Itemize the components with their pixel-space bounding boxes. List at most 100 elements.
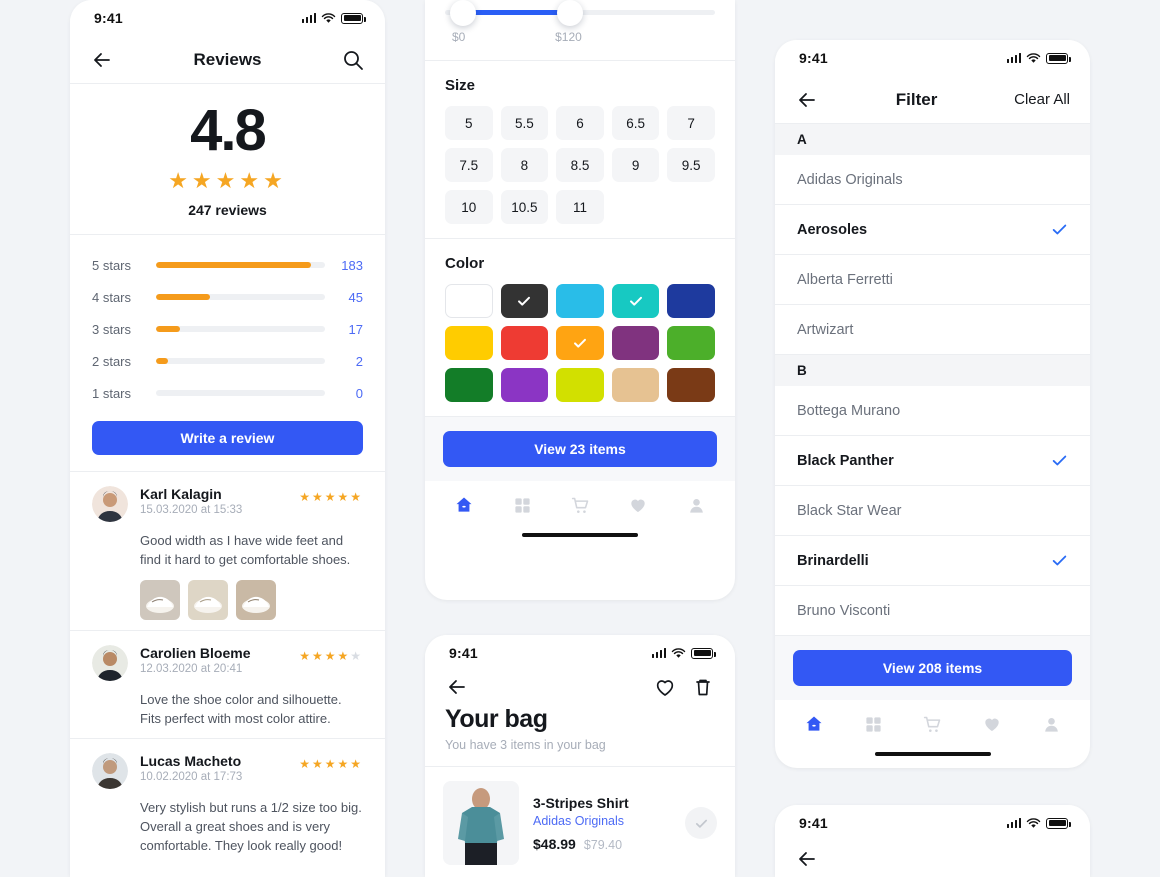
color-option[interactable]	[667, 368, 715, 402]
color-option[interactable]	[445, 326, 493, 360]
size-option[interactable]: 8.5	[556, 148, 604, 182]
rating-bar-label: 5 stars	[92, 257, 132, 273]
brand-row[interactable]: Aerosoles	[775, 205, 1090, 255]
price-slider[interactable]	[445, 0, 715, 28]
back-arrow-icon[interactable]	[795, 847, 819, 871]
size-option[interactable]: 7	[667, 106, 715, 140]
signal-icon	[651, 648, 666, 658]
brand-row[interactable]: Artwizart	[775, 305, 1090, 355]
check-icon	[518, 296, 531, 306]
size-option[interactable]: 9.5	[667, 148, 715, 182]
rating-count: 247 reviews	[188, 202, 267, 218]
partial-navbar	[775, 841, 1090, 876]
size-option[interactable]: 10.5	[500, 190, 549, 224]
tab-cart[interactable]	[912, 710, 954, 738]
tab-heart[interactable]	[971, 710, 1013, 738]
color-option[interactable]	[500, 368, 549, 402]
color-option[interactable]	[445, 368, 493, 402]
rating-bar-value: 2	[355, 353, 363, 369]
size-option[interactable]: 8	[500, 148, 549, 182]
color-option[interactable]	[445, 284, 493, 318]
size-option[interactable]: 5	[445, 106, 493, 140]
review-photo[interactable]	[140, 579, 180, 620]
tab-cart[interactable]	[559, 491, 601, 519]
status-icons	[1006, 52, 1071, 64]
back-arrow-icon[interactable]	[90, 48, 114, 72]
slider-fill	[472, 10, 562, 15]
brands-cta-zone: View 208 items	[775, 636, 1090, 700]
review-photo[interactable]	[236, 579, 276, 620]
product-brand[interactable]: Adidas Originals	[533, 814, 671, 828]
size-option[interactable]: 5.5	[500, 106, 549, 140]
tab-home[interactable]	[443, 491, 485, 519]
size-option[interactable]: 6.5	[611, 106, 660, 140]
write-review-button[interactable]: Write a review	[92, 421, 363, 455]
size-option[interactable]: 7.5	[445, 148, 493, 182]
price-max-label: $120	[555, 30, 582, 44]
size-option[interactable]: 10	[445, 190, 493, 224]
heart-outline-icon[interactable]	[653, 675, 677, 699]
bag-subtitle: You have 3 items in your bag	[425, 734, 735, 767]
tab-home[interactable]	[793, 710, 835, 738]
trash-icon[interactable]	[691, 675, 715, 699]
avatar	[92, 486, 128, 522]
slider-handle-min[interactable]	[450, 0, 476, 26]
rating-bar-value: 183	[341, 257, 363, 273]
rating-summary: 4.8 ★★★★★ 247 reviews	[70, 84, 385, 235]
reviewer-name: Carolien Bloeme	[140, 644, 251, 661]
brand-row[interactable]: Black Panther	[775, 436, 1090, 486]
search-icon[interactable]	[341, 48, 365, 72]
clear-all-button[interactable]: Clear All	[1014, 91, 1070, 108]
tab-profile[interactable]	[675, 491, 717, 519]
brand-name: Aerosoles	[797, 221, 868, 238]
brand-row[interactable]: Bruno Visconti	[775, 586, 1090, 636]
color-option[interactable]	[556, 368, 604, 402]
color-option[interactable]	[500, 284, 549, 318]
color-option[interactable]	[611, 368, 660, 402]
slider-handle-max[interactable]	[557, 0, 584, 26]
back-arrow-icon[interactable]	[795, 88, 819, 112]
color-option[interactable]	[667, 326, 715, 360]
color-option[interactable]	[556, 326, 604, 360]
review-photo[interactable]	[188, 579, 228, 620]
brand-row[interactable]: Alberta Ferretti	[775, 255, 1090, 305]
check-icon	[1052, 455, 1067, 466]
review-item: Carolien Bloeme 12.03.2020 at 20:41 ★★★★★ L…	[70, 629, 385, 739]
tab-profile[interactable]	[1030, 710, 1072, 738]
tab-heart[interactable]	[617, 491, 659, 519]
rating-bar-row: 2 stars 2	[92, 345, 363, 377]
color-option[interactable]	[556, 284, 604, 318]
brand-row[interactable]: Brinardelli	[775, 536, 1090, 586]
brand-name: Black Star Wear	[797, 502, 902, 519]
size-option[interactable]: 11	[556, 190, 604, 224]
review-item: Lucas Macheto 10.02.2020 at 17:73 ★★★★★ Ver…	[70, 738, 385, 866]
brand-row[interactable]: Black Star Wear	[775, 486, 1090, 536]
color-option[interactable]	[611, 284, 660, 318]
tab-bar	[775, 700, 1090, 738]
brand-row[interactable]: Bottega Murano	[775, 386, 1090, 436]
color-option[interactable]	[667, 284, 715, 318]
rating-bar-label: 2 stars	[92, 353, 132, 369]
tab-grid[interactable]	[852, 710, 894, 738]
tab-grid[interactable]	[501, 491, 543, 519]
rating-bar-track	[156, 294, 325, 300]
brand-row[interactable]: Adidas Originals	[775, 155, 1090, 205]
color-section: Color	[425, 239, 735, 417]
back-arrow-icon[interactable]	[445, 675, 469, 699]
review-date: 10.02.2020 at 17:73	[140, 771, 243, 784]
bag-item[interactable]: 3-Stripes Shirt Adidas Originals $48.99 …	[425, 767, 735, 865]
size-option[interactable]: 9	[611, 148, 660, 182]
product-name: 3-Stripes Shirt	[533, 794, 629, 811]
rating-bar-track	[156, 262, 325, 268]
signal-icon	[301, 13, 316, 23]
rating-bar-fill	[156, 262, 312, 268]
color-option[interactable]	[611, 326, 660, 360]
rating-bar-value: 45	[348, 289, 363, 305]
view-items-button[interactable]: View 23 items	[443, 431, 717, 467]
product-image	[443, 781, 519, 865]
color-option[interactable]	[500, 326, 549, 360]
select-item-checkbox[interactable]	[685, 807, 717, 839]
view-items-button[interactable]: View 208 items	[793, 650, 1072, 686]
size-option[interactable]: 6	[556, 106, 604, 140]
rating-bar-label: 4 stars	[92, 289, 132, 305]
